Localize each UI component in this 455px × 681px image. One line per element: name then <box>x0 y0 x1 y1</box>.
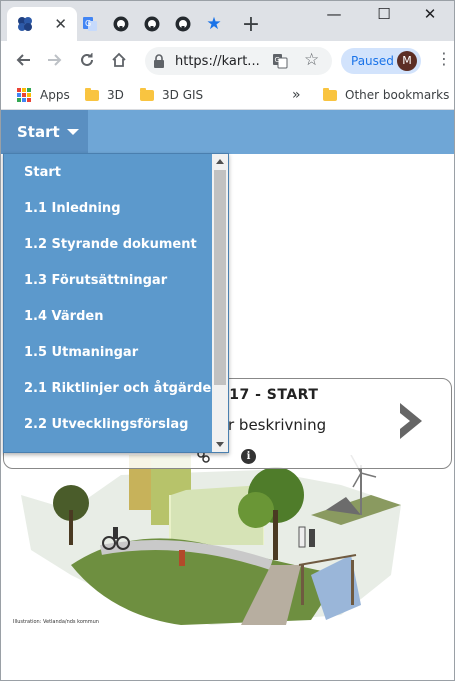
illustration-credit: Illustration: Vetlanda/nds kommun <box>13 619 99 625</box>
bookmark-3d-gis[interactable]: 3D GIS <box>140 86 203 104</box>
menu-item-forutsattningar[interactable]: 1.3 Förutsättningar <box>4 262 228 298</box>
menu-item-riktlinjer[interactable]: 2.1 Riktlinjer och åtgärder <box>4 370 228 406</box>
bookmarks-bar: Apps 3D 3D GIS » Other bookmarks <box>1 79 454 110</box>
svg-text:G: G <box>275 56 280 64</box>
svg-text:G: G <box>85 19 91 28</box>
translate-page-icon[interactable]: G <box>272 53 288 73</box>
forward-icon[interactable] <box>45 50 65 70</box>
browser-toolbar: https://kart... G ☆ Paused M ⋮ <box>1 41 454 79</box>
new-tab-button[interactable]: + <box>240 7 262 41</box>
translate-icon: G <box>81 15 99 33</box>
minimize-icon[interactable]: — <box>323 5 345 23</box>
dropdown-list: Start 1.1 Inledning 1.2 Styrande dokumen… <box>4 154 228 442</box>
menu-item-utmaningar[interactable]: 1.5 Utmaningar <box>4 334 228 370</box>
browser-window: ✕ G ★ + — ☐ ✕ https://kart... G ☆ Paused… <box>0 0 455 681</box>
profile-status: Paused <box>351 54 394 68</box>
dropdown-scrollbar[interactable] <box>212 154 228 452</box>
bookmark-label: Other bookmarks <box>345 88 450 102</box>
folder-icon <box>140 87 154 101</box>
card-subtitle: r beskrivning <box>228 416 327 434</box>
start-dropdown-menu: Start 1.1 Inledning 1.2 Styrande dokumen… <box>3 153 229 453</box>
close-tab-icon[interactable]: ✕ <box>54 15 67 33</box>
reload-icon[interactable] <box>77 50 97 70</box>
bookmarks-overflow-button[interactable]: » <box>292 86 301 104</box>
tab-github-2[interactable] <box>142 7 162 41</box>
info-icon[interactable]: i <box>241 449 256 464</box>
home-icon[interactable] <box>109 50 129 70</box>
github-icon <box>143 15 161 33</box>
window-close-icon[interactable]: ✕ <box>419 5 441 23</box>
page-content: Start Illustration: Vetlanda/nds kommun … <box>1 110 454 680</box>
caret-down-icon <box>66 129 79 135</box>
menu-item-inledning[interactable]: 1.1 Inledning <box>4 190 228 226</box>
menu-item-utvecklingsforslag[interactable]: 2.2 Utvecklingsförslag <box>4 406 228 442</box>
card-title: 017 - START <box>219 387 319 403</box>
menu-item-start[interactable]: Start <box>4 154 228 190</box>
site-favicon-icon <box>16 15 34 33</box>
scroll-up-icon[interactable] <box>216 159 224 164</box>
github-icon <box>174 15 192 33</box>
star-icon: ★ <box>206 14 222 34</box>
folder-icon <box>323 87 337 101</box>
bookmark-label: 3D GIS <box>162 88 204 102</box>
address-bar[interactable]: https://kart... G ☆ <box>145 47 332 75</box>
back-icon[interactable] <box>13 50 33 70</box>
tab-bookmark-star[interactable]: ★ <box>204 7 224 41</box>
start-menu-label: Start <box>17 123 60 141</box>
tab-active[interactable]: ✕ <box>7 7 77 41</box>
folder-icon <box>85 87 99 101</box>
apps-grid-icon <box>17 88 31 102</box>
avatar: M <box>397 51 417 71</box>
bookmark-star-icon[interactable]: ☆ <box>304 50 319 70</box>
profile-button[interactable]: Paused M <box>341 48 421 74</box>
bookmark-label: 3D <box>107 88 124 102</box>
tab-github-3[interactable] <box>173 7 193 41</box>
menu-item-varden[interactable]: 1.4 Värden <box>4 298 228 334</box>
landscape-illustration <box>21 455 401 625</box>
scrollbar-thumb[interactable] <box>214 170 226 385</box>
tab-strip: ✕ G ★ + — ☐ ✕ <box>1 1 454 41</box>
maximize-icon[interactable]: ☐ <box>373 5 395 23</box>
tab-github-1[interactable] <box>111 7 131 41</box>
start-menu-button[interactable]: Start <box>1 110 88 154</box>
menu-kebab-icon[interactable]: ⋮ <box>436 51 452 67</box>
site-nav-bar: Start <box>1 110 454 154</box>
bookmark-label: Apps <box>40 88 70 102</box>
tab-translate[interactable]: G <box>80 7 100 41</box>
bookmark-apps[interactable]: Apps <box>17 86 70 104</box>
scroll-down-icon[interactable] <box>216 442 224 447</box>
lock-icon <box>153 53 165 72</box>
url-text: https://kart... <box>175 54 260 69</box>
github-icon <box>112 15 130 33</box>
menu-item-styrande-dokument[interactable]: 1.2 Styrande dokument <box>4 226 228 262</box>
bookmark-other[interactable]: Other bookmarks <box>323 86 449 104</box>
next-arrow-icon[interactable] <box>396 401 426 445</box>
bookmark-3d[interactable]: 3D <box>85 86 124 104</box>
